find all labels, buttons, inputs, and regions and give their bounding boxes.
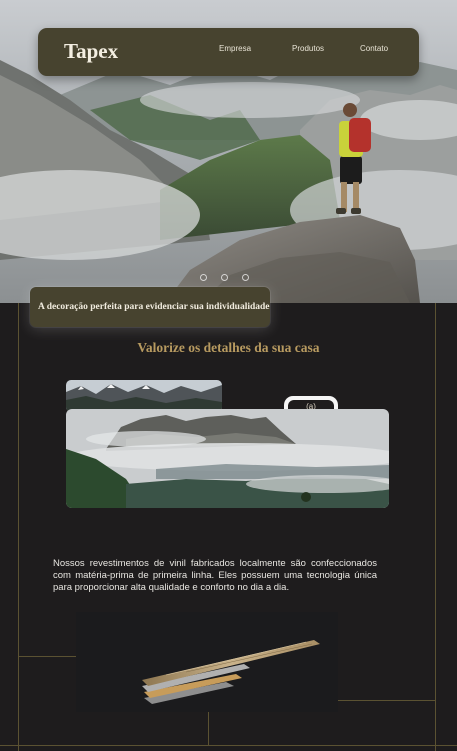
divider-line (435, 303, 436, 751)
divider-line (0, 745, 457, 746)
divider-line (18, 303, 19, 751)
section-description: Nossos revestimentos de vinil fabricados… (53, 558, 377, 593)
top-navbar: Tapex Empresa Produtos Contato (38, 28, 419, 76)
section-title: Valorize os detalhes da sua casa (137, 340, 320, 355)
carousel-dot[interactable] (200, 274, 207, 281)
nav-link-empresa[interactable]: Empresa (219, 44, 251, 53)
vinyl-plank-image (76, 612, 338, 712)
nav-link-produtos[interactable]: Produtos (292, 44, 324, 53)
carousel-dots (200, 268, 263, 286)
gallery-image-large (66, 409, 389, 508)
carousel-dot[interactable] (242, 274, 249, 281)
hero-banner: Tapex Empresa Produtos Contato (0, 0, 457, 303)
brand-logo[interactable]: Tapex (64, 39, 118, 64)
carousel-dot[interactable] (221, 274, 228, 281)
hero-tagline: A decoração perfeita para evidenciar sua… (30, 287, 270, 327)
nav-link-contato[interactable]: Contato (360, 44, 388, 53)
gallery-image-small (66, 380, 222, 412)
